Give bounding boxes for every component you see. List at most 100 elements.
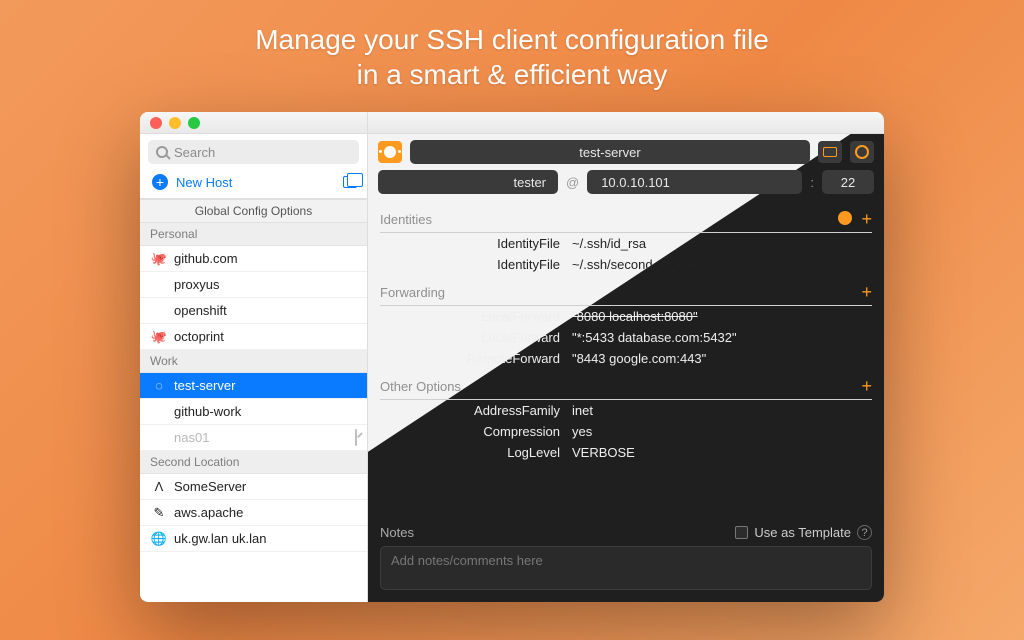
github-icon: 🐙 bbox=[152, 252, 166, 266]
notes-title: Notes bbox=[380, 525, 414, 540]
user-field[interactable]: tester bbox=[378, 170, 558, 194]
config-row[interactable]: IdentityFile ~/.ssh/second_id_rsa bbox=[380, 254, 872, 275]
forwarding-title: Forwarding bbox=[380, 285, 445, 300]
host-label: uk.gw.lan uk.lan bbox=[174, 531, 267, 546]
config-value: yes bbox=[572, 424, 592, 439]
config-value: ~/.ssh/id_rsa bbox=[572, 236, 646, 251]
host-name-field[interactable]: test-server bbox=[410, 140, 810, 164]
duplicate-icon[interactable] bbox=[343, 176, 357, 188]
new-host-button[interactable]: + New Host bbox=[140, 168, 367, 199]
connection-row: tester @ 10.0.10.101 : 22 bbox=[368, 170, 884, 202]
open-terminal-button[interactable] bbox=[818, 141, 842, 163]
port-field[interactable]: 22 bbox=[822, 170, 874, 194]
close-window-button[interactable] bbox=[150, 117, 162, 129]
window-titlebar bbox=[140, 112, 367, 134]
host-row[interactable]: 🐙 octoprint bbox=[140, 324, 367, 350]
host-label: octoprint bbox=[174, 329, 224, 344]
other-options-section: Other Options + AddressFamily inet Compres… bbox=[368, 369, 884, 463]
config-key: IdentityFile bbox=[380, 257, 560, 272]
other-options-title: Other Options bbox=[380, 379, 461, 394]
os-ubuntu-icon bbox=[378, 141, 402, 163]
add-option-button[interactable]: + bbox=[861, 377, 872, 395]
help-icon[interactable]: ? bbox=[857, 525, 872, 540]
host-header-row: test-server bbox=[368, 134, 884, 170]
minimize-window-button[interactable] bbox=[169, 117, 181, 129]
gear-icon bbox=[855, 145, 869, 159]
config-row[interactable]: IdentityFile ~/.ssh/id_rsa bbox=[380, 233, 872, 254]
config-key: AddressFamily bbox=[380, 403, 560, 418]
config-row[interactable]: Compression yes bbox=[380, 421, 872, 442]
notes-placeholder: Add notes/comments here bbox=[391, 553, 543, 568]
forwarding-section: Forwarding + LocalForward "8080 localhost… bbox=[368, 275, 884, 369]
config-value: ~/.ssh/second_id_rsa bbox=[572, 257, 695, 272]
config-value: inet bbox=[572, 403, 593, 418]
config-row[interactable]: LocalForward "8080 localhost:8080" bbox=[380, 306, 872, 327]
host-label: test-server bbox=[174, 378, 235, 393]
host-row[interactable]: 🐙 github.com bbox=[140, 246, 367, 272]
config-key: LogLevel bbox=[380, 445, 560, 460]
config-value: VERBOSE bbox=[572, 445, 635, 460]
config-row[interactable]: LogLevel VERBOSE bbox=[380, 442, 872, 463]
host-label: SomeServer bbox=[174, 479, 246, 494]
config-key: Compression bbox=[380, 424, 560, 439]
disabled-icon bbox=[355, 430, 357, 445]
host-row[interactable]: ✎ aws.apache bbox=[140, 500, 367, 526]
host-label: aws.apache bbox=[174, 505, 243, 520]
main-panel: test-server tester @ 10.0.10.101 : 22 Id… bbox=[368, 112, 884, 602]
use-as-template-checkbox[interactable] bbox=[735, 526, 748, 539]
octopus-icon: 🐙 bbox=[152, 330, 166, 344]
app-window: Search + New Host Global Config Options … bbox=[140, 112, 884, 602]
notes-section: Notes Use as Template ? Add notes/commen… bbox=[368, 517, 884, 602]
add-forwarding-button[interactable]: + bbox=[861, 283, 872, 301]
search-placeholder: Search bbox=[174, 145, 215, 160]
host-row[interactable]: openshift bbox=[140, 298, 367, 324]
host-label: github-work bbox=[174, 404, 241, 419]
group-header[interactable]: Personal bbox=[140, 223, 367, 246]
zoom-window-button[interactable] bbox=[188, 117, 200, 129]
group-header[interactable]: Work bbox=[140, 350, 367, 373]
main-titlebar bbox=[368, 112, 884, 134]
search-input[interactable]: Search bbox=[148, 140, 359, 164]
lambda-icon: Λ bbox=[152, 480, 166, 494]
identities-title: Identities bbox=[380, 212, 432, 227]
settings-button[interactable] bbox=[850, 141, 874, 163]
identity-warning-icon[interactable] bbox=[838, 211, 852, 225]
hero-text: Manage your SSH client configuration fil… bbox=[0, 0, 1024, 92]
ubuntu-icon: ◌ bbox=[152, 379, 166, 393]
host-label: github.com bbox=[174, 251, 238, 266]
config-key: IdentityFile bbox=[380, 236, 560, 251]
identities-section: Identities + IdentityFile~/.ssh/id_rsaId… bbox=[368, 202, 884, 275]
plus-icon: + bbox=[152, 174, 168, 190]
host-label: nas01 bbox=[174, 430, 209, 445]
host-row[interactable]: nas01 bbox=[140, 425, 367, 451]
config-row[interactable]: RemoteForward "8443 google.com:443" bbox=[380, 348, 872, 369]
host-label: proxyus bbox=[174, 277, 220, 292]
global-config-header[interactable]: Global Config Options bbox=[140, 199, 367, 223]
at-symbol: @ bbox=[566, 175, 579, 190]
host-row[interactable]: github-work bbox=[140, 399, 367, 425]
new-host-label: New Host bbox=[176, 175, 232, 190]
host-row[interactable]: 🌐 uk.gw.lan uk.lan bbox=[140, 526, 367, 552]
config-key: LocalForward bbox=[380, 309, 560, 324]
group-header[interactable]: Second Location bbox=[140, 451, 367, 474]
host-ip-field[interactable]: 10.0.10.101 bbox=[587, 170, 802, 194]
feather-icon: ✎ bbox=[152, 506, 166, 520]
notes-textarea[interactable]: Add notes/comments here bbox=[380, 546, 872, 590]
config-key: LocalForward bbox=[380, 330, 560, 345]
config-value: "8080 localhost:8080" bbox=[572, 309, 698, 324]
globe-icon: 🌐 bbox=[152, 532, 166, 546]
host-row[interactable]: ◌ test-server bbox=[140, 373, 367, 399]
terminal-icon bbox=[823, 147, 837, 157]
search-icon bbox=[156, 146, 168, 158]
use-as-template-label: Use as Template bbox=[754, 525, 851, 540]
config-row[interactable]: AddressFamily inet bbox=[380, 400, 872, 421]
host-label: openshift bbox=[174, 303, 227, 318]
colon-symbol: : bbox=[810, 175, 814, 190]
host-row[interactable]: Λ SomeServer bbox=[140, 474, 367, 500]
config-key: RemoteForward bbox=[380, 351, 560, 366]
config-value: "8443 google.com:443" bbox=[572, 351, 706, 366]
config-value: "*:5433 database.com:5432" bbox=[572, 330, 737, 345]
add-identity-button[interactable]: + bbox=[861, 209, 872, 229]
config-row[interactable]: LocalForward "*:5433 database.com:5432" bbox=[380, 327, 872, 348]
host-row[interactable]: proxyus bbox=[140, 272, 367, 298]
